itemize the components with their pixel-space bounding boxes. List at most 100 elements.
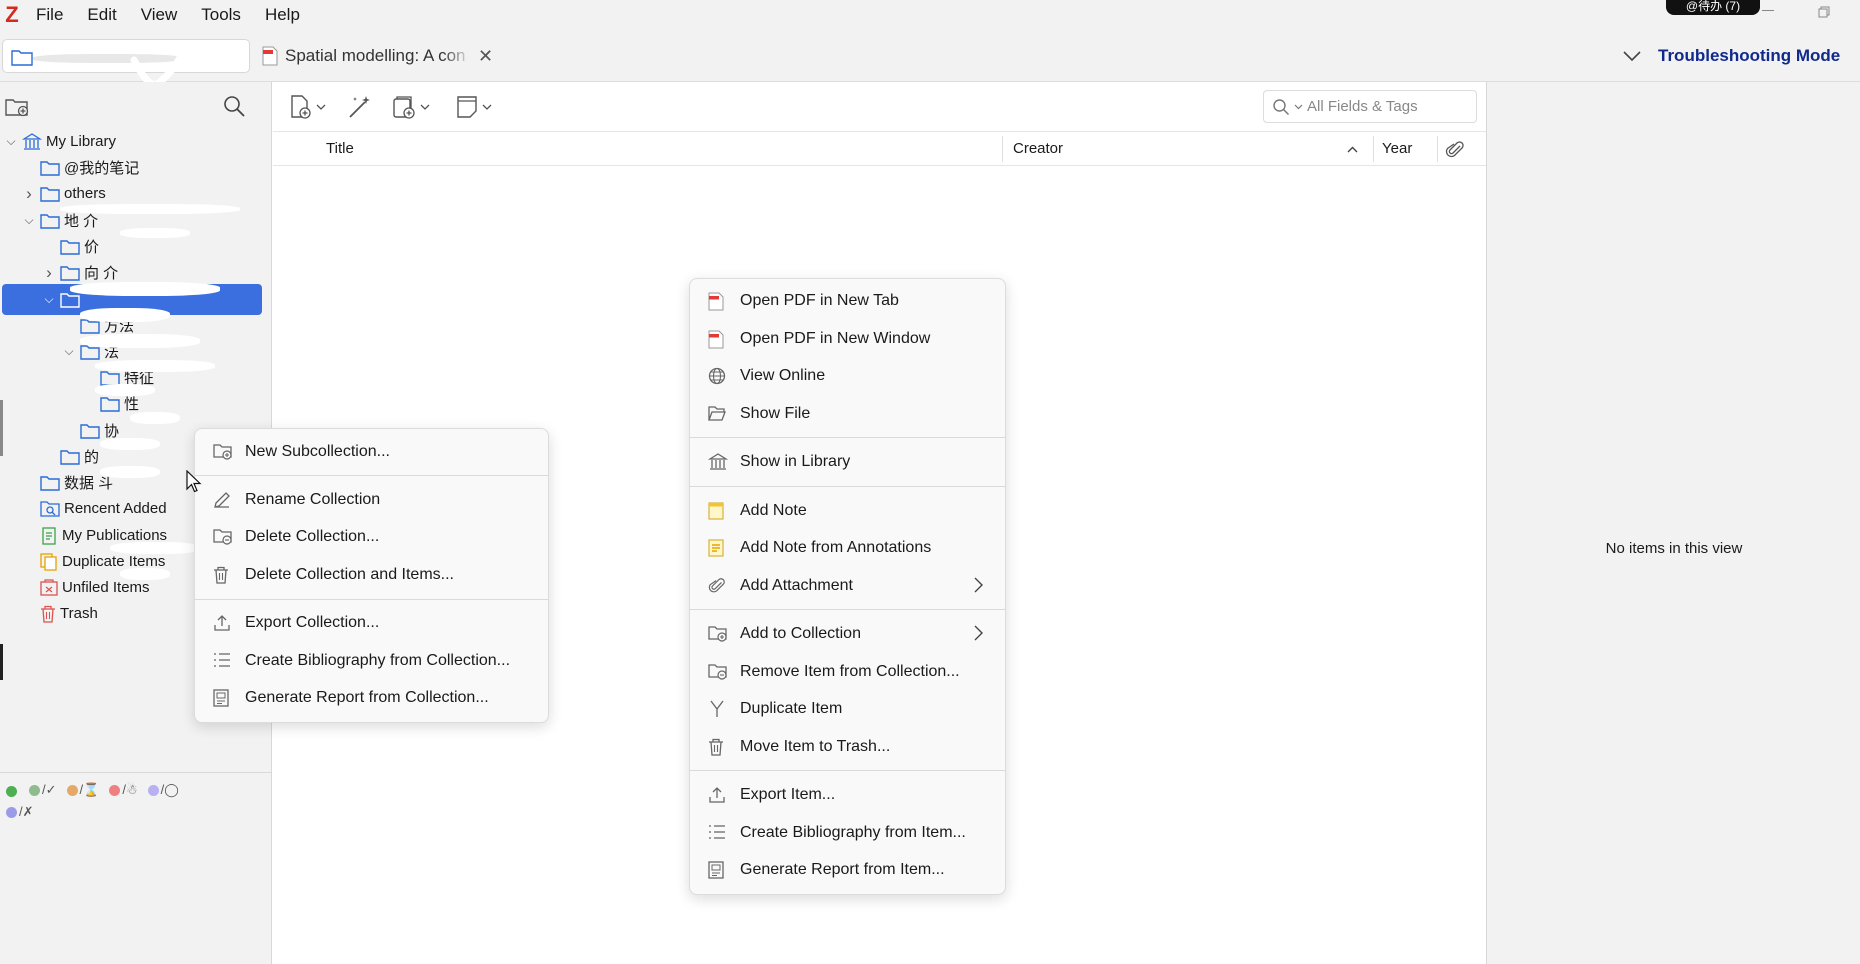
tab-pdf-title: Spatial modelling: A con <box>285 46 466 65</box>
menu-item-add-to-collection[interactable]: Add to Collection <box>690 616 1005 652</box>
delete-collection-icon <box>213 528 233 546</box>
redaction-mark <box>80 308 170 322</box>
add-by-identifier-button[interactable] <box>347 94 373 120</box>
menu-file[interactable]: File <box>24 0 75 30</box>
menu-item-generate-report-from-collection[interactable]: Generate Report from Collection... <box>195 680 548 716</box>
menu-item-label: Generate Report from Collection... <box>245 689 489 706</box>
tag-item[interactable] <box>6 783 19 798</box>
folder-icon <box>80 423 100 439</box>
column-title[interactable]: Title <box>326 140 354 157</box>
menu-separator <box>690 437 1005 438</box>
new-item-button[interactable] <box>289 94 326 120</box>
tag-selector: /✓ /⌛ /☃ /◯ <box>6 782 179 798</box>
collection-label: @我的笔记 <box>64 160 140 177</box>
item-pane: No items in this view <box>1486 82 1860 964</box>
rename-icon <box>213 491 231 509</box>
pdf-icon <box>708 292 724 311</box>
menu-tools[interactable]: Tools <box>189 0 253 30</box>
item-context-menu: Open PDF in New Tab Open PDF in New Windo… <box>689 278 1006 895</box>
chevron-down-icon[interactable]: ⌵ <box>42 292 56 307</box>
menu-item-label: Show File <box>740 405 811 422</box>
menu-item-add-note-from-annotations[interactable]: Add Note from Annotations <box>690 530 1005 566</box>
menu-item-rename-collection[interactable]: Rename Collection <box>195 482 548 518</box>
folder-icon <box>60 239 80 255</box>
add-attachment-button[interactable] <box>391 94 430 120</box>
column-divider[interactable] <box>1002 136 1003 162</box>
close-icon[interactable]: ✕ <box>478 46 493 67</box>
menu-view[interactable]: View <box>129 0 190 30</box>
export-icon <box>708 786 726 804</box>
column-divider[interactable] <box>1373 136 1374 162</box>
chevron-down-icon[interactable] <box>1622 50 1642 62</box>
zotero-logo: Z <box>5 2 19 27</box>
folder-icon <box>60 292 80 308</box>
tab-library[interactable] <box>2 39 250 73</box>
chevron-right-icon[interactable]: › <box>22 184 36 204</box>
menu-item-add-note[interactable]: Add Note <box>690 493 1005 529</box>
report-icon <box>213 689 229 707</box>
menu-item-add-attachment[interactable]: Add Attachment <box>690 568 1005 604</box>
menu-item-show-file[interactable]: Show File <box>690 396 1005 432</box>
chevron-down-icon[interactable]: ⌵ <box>22 213 36 228</box>
minimize-button[interactable] <box>1762 10 1774 11</box>
chevron-down-icon[interactable]: ⌵ <box>4 134 18 149</box>
library-icon <box>708 453 728 471</box>
export-icon <box>213 614 231 632</box>
system-todo-badge[interactable]: @待办 (7) <box>1666 0 1760 15</box>
redaction-mark <box>95 384 155 396</box>
menu-item-remove-item-from-collection[interactable]: Remove Item from Collection... <box>690 654 1005 690</box>
library-icon <box>22 132 42 151</box>
column-divider[interactable] <box>1437 136 1438 162</box>
chevron-right-icon[interactable]: › <box>42 263 56 283</box>
tab-pdf[interactable]: Spatial modelling: A con ✕ <box>262 39 493 73</box>
menu-item-label: Generate Report from Item... <box>740 861 945 878</box>
menu-item-delete-collection-and-items[interactable]: Delete Collection and Items... <box>195 557 548 593</box>
new-note-button[interactable] <box>455 94 492 120</box>
menu-item-label: Move Item to Trash... <box>740 738 891 755</box>
collection-label: Unfiled Items <box>62 579 150 596</box>
redaction-mark <box>70 282 220 296</box>
menu-item-label: Export Collection... <box>245 614 380 631</box>
menu-item-open-pdf-in-new-window[interactable]: Open PDF in New Window <box>690 321 1005 357</box>
menu-item-export-item[interactable]: Export Item... <box>690 777 1005 813</box>
menu-item-generate-report-from-item[interactable]: Generate Report from Item... <box>690 852 1005 888</box>
tag-item[interactable]: /⌛ <box>66 782 99 798</box>
menu-item-export-collection[interactable]: Export Collection... <box>195 605 548 641</box>
globe-icon <box>708 367 726 385</box>
column-year[interactable]: Year <box>1382 140 1412 157</box>
new-collection-icon[interactable] <box>4 96 30 118</box>
tag-color-dot <box>66 785 78 797</box>
menu-separator <box>195 599 548 600</box>
tag-item[interactable]: /◯ <box>147 782 179 798</box>
search-icon[interactable] <box>222 94 246 118</box>
column-creator[interactable]: Creator <box>1013 140 1063 157</box>
sort-ascending-icon[interactable] <box>1347 146 1358 153</box>
unfiled-icon <box>40 578 58 597</box>
collection-label: 价 <box>84 239 100 256</box>
menu-item-move-item-to-trash[interactable]: Move Item to Trash... <box>690 729 1005 765</box>
paperclip-icon[interactable] <box>1445 140 1465 160</box>
redaction-mark <box>80 334 200 348</box>
menu-edit[interactable]: Edit <box>75 0 128 30</box>
collection-tree-row[interactable]: Trash <box>22 598 98 629</box>
troubleshooting-mode[interactable]: Troubleshooting Mode <box>1622 39 1840 73</box>
tag-item[interactable]: /✗ <box>6 804 34 820</box>
menu-item-label: Delete Collection and Items... <box>245 566 454 583</box>
chevron-down-icon[interactable]: ⌵ <box>62 344 76 359</box>
menu-item-create-bibliography-from-item[interactable]: Create Bibliography from Item... <box>690 815 1005 851</box>
menu-item-new-subcollection[interactable]: New Subcollection... <box>195 434 548 470</box>
menu-item-show-in-library[interactable]: Show in Library <box>690 444 1005 480</box>
tag-item[interactable]: /☃ <box>109 782 138 798</box>
tag-item[interactable]: /✓ <box>29 782 57 798</box>
menu-item-create-bibliography-from-collection[interactable]: Create Bibliography from Collection... <box>195 643 548 679</box>
chevron-down-icon[interactable] <box>1294 104 1303 110</box>
menu-help[interactable]: Help <box>253 0 312 30</box>
add-to-collection-icon <box>708 625 728 643</box>
menu-item-duplicate-item[interactable]: Duplicate Item <box>690 691 1005 727</box>
items-search-input[interactable]: All Fields & Tags <box>1263 90 1477 123</box>
restore-icon[interactable] <box>1818 6 1830 18</box>
menu-item-open-pdf-in-new-tab[interactable]: Open PDF in New Tab <box>690 283 1005 319</box>
troubleshooting-mode-label: Troubleshooting Mode <box>1658 46 1841 65</box>
menu-item-delete-collection[interactable]: Delete Collection... <box>195 519 548 555</box>
menu-item-view-online[interactable]: View Online <box>690 358 1005 394</box>
